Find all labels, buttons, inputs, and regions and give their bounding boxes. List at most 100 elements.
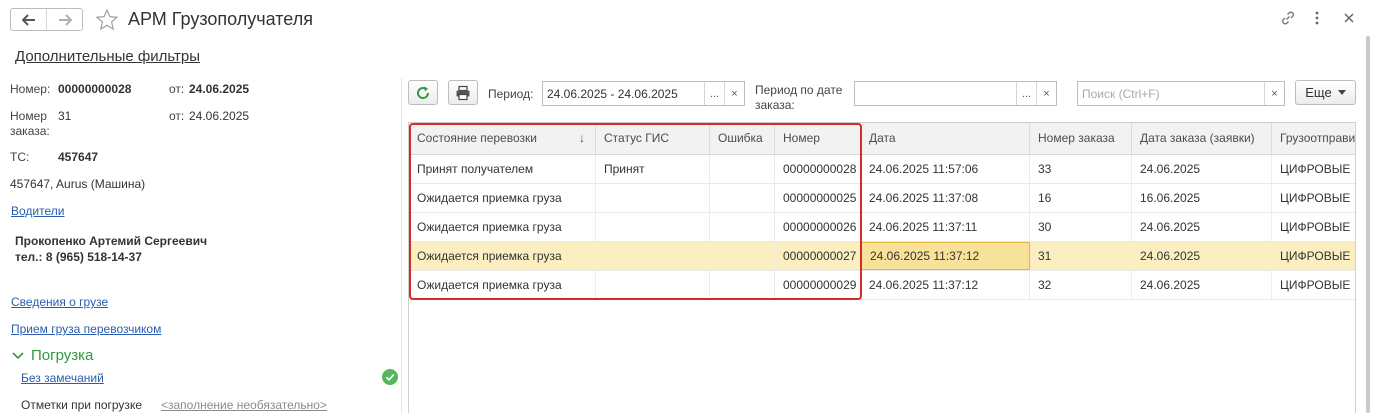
drivers-link[interactable]: Водители [11, 204, 64, 218]
forward-button[interactable] [46, 9, 82, 30]
cell-gis-status[interactable] [596, 213, 710, 241]
cell-order-number[interactable]: 16 [1030, 184, 1132, 212]
order-label-line2: заказа: [10, 124, 50, 138]
vehicle-value: 457647 [58, 150, 99, 164]
order-period-label-line1: Период по дате [755, 83, 843, 97]
cell-shipment-state[interactable]: Принят получателем [409, 155, 596, 183]
cell-shipment-state[interactable]: Ожидается приемка груза [409, 213, 596, 241]
column-header-error[interactable]: Ошибка [710, 123, 775, 155]
cell-shipper[interactable]: ЦИФРОВЫЕ [1272, 155, 1355, 183]
cell-error[interactable] [710, 184, 775, 212]
cell-shipper[interactable]: ЦИФРОВЫЕ [1272, 271, 1355, 299]
table-row[interactable]: Ожидается приемка груза 00000000027 24.06.… [409, 242, 1355, 271]
table-row[interactable]: Ожидается приемка груза 00000000029 24.06.… [409, 271, 1355, 300]
driver-name: Прокопенко Артемий Сергеевич [15, 234, 208, 248]
cell-order-number[interactable]: 30 [1030, 213, 1132, 241]
cell-date[interactable]: 24.06.2025 11:57:06 [861, 155, 1030, 183]
arrow-right-icon [58, 13, 72, 26]
cell-shipper[interactable]: ЦИФРОВЫЕ [1272, 184, 1355, 212]
vertical-scrollbar[interactable] [1366, 36, 1370, 413]
cell-order-number[interactable]: 33 [1030, 155, 1132, 183]
documents-table: Состояние перевозки ↓ Статус ГИС Ошибка … [408, 122, 1356, 413]
link-icon[interactable] [1280, 10, 1296, 26]
cell-error[interactable] [710, 155, 775, 183]
cell-order-date[interactable]: 24.06.2025 [1132, 242, 1272, 270]
back-button[interactable] [11, 9, 46, 30]
table-row[interactable]: Ожидается приемка груза 00000000026 24.06.… [409, 213, 1355, 242]
period-label: Период: [488, 87, 534, 101]
search-input[interactable]: Поиск (Ctrl+F) [1078, 87, 1264, 101]
cargo-info-link[interactable]: Сведения о грузе [11, 295, 108, 309]
order-period-clear-button[interactable]: × [1036, 82, 1056, 105]
cell-error[interactable] [710, 242, 775, 270]
order-date-label: от: [169, 109, 185, 123]
column-header-gis-status[interactable]: Статус ГИС [596, 123, 710, 155]
cell-order-date[interactable]: 24.06.2025 [1132, 271, 1272, 299]
cell-order-date[interactable]: 16.06.2025 [1132, 184, 1272, 212]
column-header-order-number[interactable]: Номер заказа [1030, 123, 1132, 155]
cell-number[interactable]: 00000000029 [775, 271, 861, 299]
star-icon[interactable] [95, 8, 119, 32]
column-header-date[interactable]: Дата [861, 123, 1030, 155]
loading-notes-field[interactable]: <заполнение необязательно> [161, 398, 327, 412]
cell-error[interactable] [710, 271, 775, 299]
cell-date[interactable]: 24.06.2025 11:37:08 [861, 184, 1030, 212]
cell-shipper[interactable]: ЦИФРОВЫЕ [1272, 242, 1355, 270]
cell-date[interactable]: 24.06.2025 11:37:12 [861, 242, 1030, 270]
table-row[interactable]: Ожидается приемка груза 00000000025 24.06.… [409, 184, 1355, 213]
period-input[interactable]: 24.06.2025 - 24.06.2025 [543, 87, 704, 101]
vehicle-label: ТС: [10, 150, 30, 164]
cell-number[interactable]: 00000000028 [775, 155, 861, 183]
cell-number[interactable]: 00000000027 [775, 242, 861, 270]
driver-phone: тел.: 8 (965) 518-14-37 [15, 250, 142, 264]
period-select-button[interactable]: ... [704, 82, 724, 105]
cell-gis-status[interactable] [596, 271, 710, 299]
period-field: 24.06.2025 - 24.06.2025 ... × [542, 81, 745, 106]
cell-shipment-state[interactable]: Ожидается приемка груза [409, 184, 596, 212]
arrow-left-icon [21, 13, 35, 26]
cell-date[interactable]: 24.06.2025 11:37:12 [861, 271, 1030, 299]
column-header-order-date[interactable]: Дата заказа (заявки) [1132, 123, 1272, 155]
column-header-number[interactable]: Номер [775, 123, 861, 155]
no-remarks-link[interactable]: Без замечаний [21, 371, 104, 385]
cell-order-number[interactable]: 32 [1030, 271, 1132, 299]
number-date-label: от: [169, 82, 185, 96]
cell-shipment-state[interactable]: Ожидается приемка груза [409, 271, 596, 299]
cell-gis-status[interactable] [596, 242, 710, 270]
order-period-field: ... × [854, 81, 1057, 106]
cell-order-number[interactable]: 31 [1030, 242, 1132, 270]
carrier-accept-link[interactable]: Прием груза перевозчиком [11, 322, 161, 336]
cell-order-date[interactable]: 24.06.2025 [1132, 155, 1272, 183]
cell-date[interactable]: 24.06.2025 11:37:11 [861, 213, 1030, 241]
order-value: 31 [58, 109, 72, 123]
refresh-button[interactable] [408, 80, 438, 105]
order-period-select-button[interactable]: ... [1016, 82, 1036, 105]
cell-number[interactable]: 00000000025 [775, 184, 861, 212]
order-date-value: 24.06.2025 [189, 109, 250, 123]
cell-shipper[interactable]: ЦИФРОВЫЕ [1272, 213, 1355, 241]
cell-error[interactable] [710, 213, 775, 241]
order-period-label-line2: заказа: [755, 98, 795, 112]
additional-filters-link[interactable]: Дополнительные фильтры [15, 48, 200, 65]
cell-order-date[interactable]: 24.06.2025 [1132, 213, 1272, 241]
panel-divider [401, 78, 402, 413]
loading-section-title[interactable]: Погрузка [31, 347, 93, 364]
table-row[interactable]: Принят получателем Принят 00000000028 24.06… [409, 155, 1355, 184]
printer-icon [456, 85, 470, 100]
number-label: Номер: [10, 82, 51, 96]
cell-shipment-state[interactable]: Ожидается приемка груза [409, 242, 596, 270]
more-vertical-icon[interactable] [1313, 10, 1321, 26]
chevron-down-icon[interactable] [12, 351, 24, 361]
search-clear-button[interactable]: × [1264, 82, 1284, 105]
column-header-shipper[interactable]: Грузоотправитель [1272, 123, 1355, 155]
close-icon[interactable] [1343, 12, 1355, 24]
more-button[interactable]: Еще [1295, 80, 1356, 105]
number-date-value: 24.06.2025 [189, 82, 250, 96]
number-value: 00000000028 [58, 82, 132, 96]
cell-gis-status[interactable] [596, 184, 710, 212]
period-clear-button[interactable]: × [724, 82, 744, 105]
print-button[interactable] [448, 80, 478, 105]
cell-number[interactable]: 00000000026 [775, 213, 861, 241]
column-header-shipment-state[interactable]: Состояние перевозки ↓ [409, 123, 596, 155]
cell-gis-status[interactable]: Принят [596, 155, 710, 183]
